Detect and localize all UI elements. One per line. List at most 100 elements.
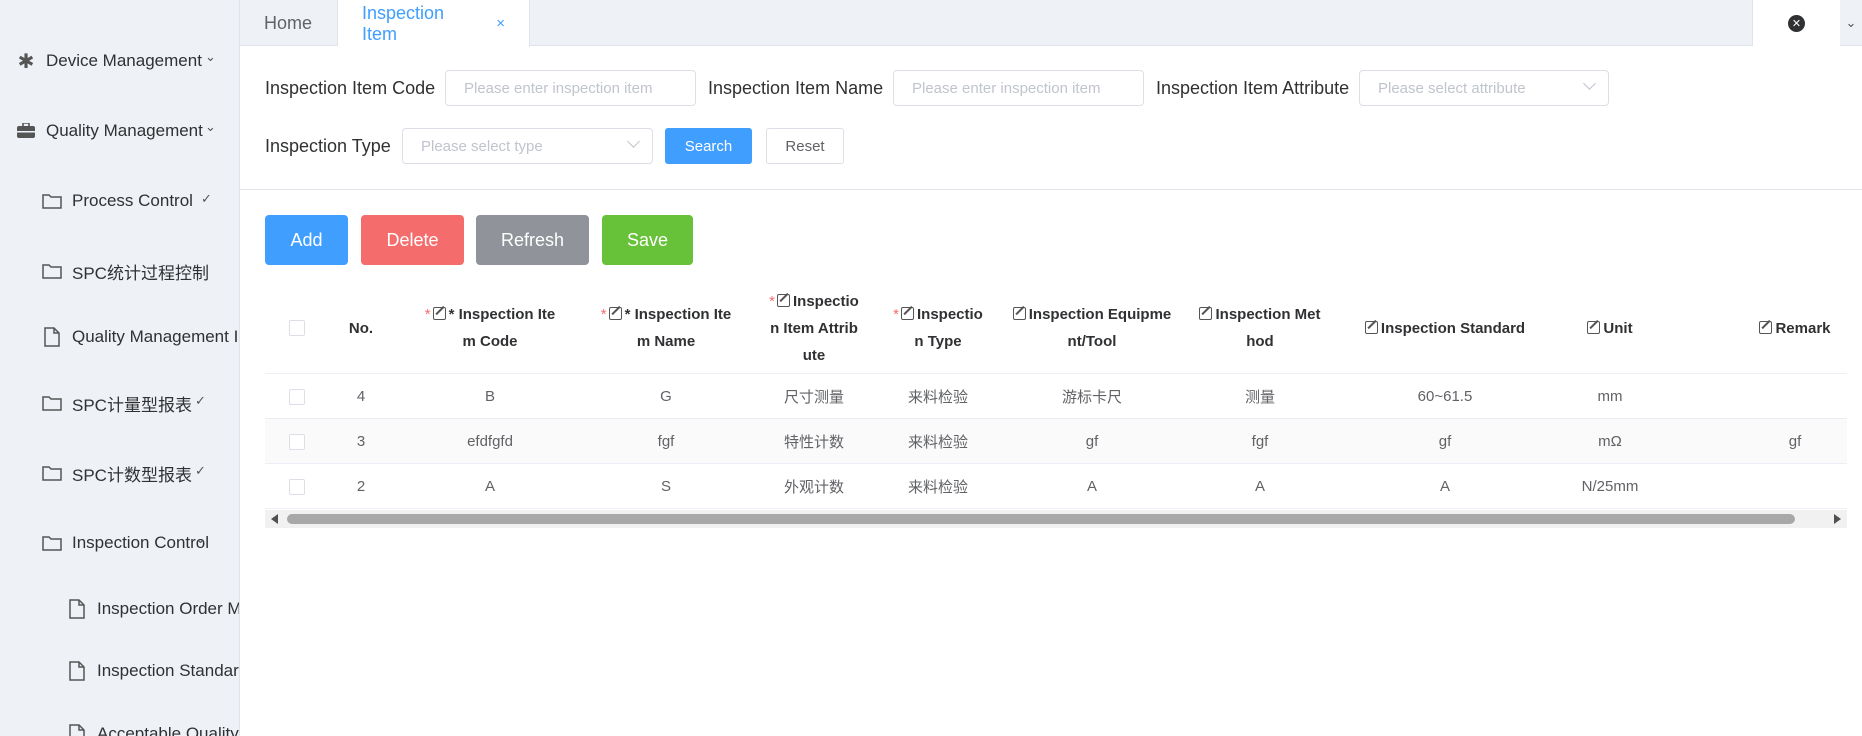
select-all-checkbox-cell: [265, 282, 329, 374]
header-standard[interactable]: Inspection Standard: [1360, 282, 1530, 374]
tab-home[interactable]: Home: [240, 0, 338, 46]
cell-equipment[interactable]: gf: [1007, 419, 1177, 464]
search-button[interactable]: Search: [665, 128, 752, 164]
header-type[interactable]: * Inspectio n Type: [889, 282, 987, 374]
sidebar-item-quality-management[interactable]: Quality Management ⌄: [16, 109, 216, 153]
divider: [240, 189, 1862, 190]
cell-attribute[interactable]: 尺寸测量: [759, 374, 869, 419]
horizontal-scrollbar[interactable]: [265, 510, 1847, 528]
cell-standard[interactable]: 60~61.5: [1360, 374, 1530, 419]
sidebar-item-device-management[interactable]: ✱ Device Management ⌄: [16, 39, 216, 83]
tabs-bar: Home Inspection Item × ✕ ⌄: [240, 0, 1862, 47]
scroll-left-arrow-icon[interactable]: [271, 514, 278, 524]
required-asterisk: *: [600, 306, 607, 323]
cell-attribute[interactable]: 特性计数: [759, 419, 869, 464]
cell-no: 2: [356, 478, 366, 495]
save-button[interactable]: Save: [602, 215, 693, 265]
type-select[interactable]: Please select type: [402, 128, 653, 164]
sidebar-item-inspection-control[interactable]: Inspection Control ⌄: [42, 521, 209, 565]
cell-type[interactable]: 来料检验: [889, 419, 987, 464]
cell-code[interactable]: B: [415, 374, 565, 419]
cell-attribute[interactable]: 外观计数: [759, 464, 869, 509]
cell-method[interactable]: 测量: [1190, 374, 1330, 419]
sidebar-item-label: Inspection Control: [72, 533, 210, 552]
cell-remark[interactable]: [1745, 374, 1845, 419]
close-all-tabs-button[interactable]: ✕: [1752, 0, 1840, 46]
header-remark[interactable]: Remark: [1745, 282, 1845, 374]
cell-name[interactable]: S: [592, 464, 740, 509]
table-row[interactable]: 4 B G 尺寸测量 来料检验 游标卡尺 测量 60~61.5 mm: [265, 374, 1847, 419]
scrollbar-thumb[interactable]: [287, 514, 1795, 524]
table-row[interactable]: 3 efdfgfd fgf 特性计数 来料检验 gf fgf gf mΩ gf: [265, 419, 1847, 464]
folder-icon: [42, 191, 62, 211]
header-code-text: * Inspection Ite m Code: [448, 306, 556, 350]
asterisk-icon: ✱: [17, 50, 35, 73]
folder-icon: [42, 393, 62, 413]
header-method[interactable]: Inspection Met hod: [1190, 282, 1330, 374]
header-equipment[interactable]: Inspection Equipme nt/Tool: [1007, 282, 1177, 374]
header-attribute[interactable]: * Inspectio n Item Attrib ute: [759, 282, 869, 374]
attribute-select[interactable]: Please select attribute: [1359, 70, 1609, 106]
table-row[interactable]: 2 A S 外观计数 来料检验 A A A N/25mm: [265, 464, 1847, 509]
row-checkbox-cell: [265, 464, 329, 509]
refresh-button[interactable]: Refresh: [476, 215, 589, 265]
sidebar-item-inspection-standard[interactable]: Inspection Standar: [67, 649, 239, 693]
header-name[interactable]: * * Inspection Ite m Name: [592, 282, 740, 374]
sidebar-item-spc-measure-report[interactable]: SPC计量型报表 ✓: [42, 381, 206, 425]
cell-standard[interactable]: gf: [1360, 419, 1530, 464]
chevron-down-icon: ✓: [201, 191, 212, 206]
edit-icon: [1199, 307, 1213, 320]
cell-unit[interactable]: mm: [1565, 374, 1655, 419]
header-code[interactable]: * * Inspection Ite m Code: [415, 282, 565, 374]
cell-code[interactable]: A: [415, 464, 565, 509]
reset-button[interactable]: Reset: [766, 128, 844, 164]
header-unit[interactable]: Unit: [1565, 282, 1655, 374]
cell-name[interactable]: G: [592, 374, 740, 419]
attribute-label: Inspection Item Attribute: [1156, 78, 1350, 98]
tab-label: Inspection Item: [362, 2, 445, 44]
cell-remark[interactable]: [1745, 464, 1845, 509]
edit-icon: [1759, 320, 1773, 334]
chevron-down-icon: [627, 135, 640, 148]
name-input[interactable]: Please enter inspection item: [893, 70, 1144, 106]
cell-standard[interactable]: A: [1360, 464, 1530, 509]
cell-equipment[interactable]: A: [1007, 464, 1177, 509]
chevron-down-icon[interactable]: ⌄: [1840, 0, 1862, 46]
cell-type[interactable]: 来料检验: [889, 374, 987, 419]
row-checkbox[interactable]: [289, 433, 305, 450]
cell-name[interactable]: fgf: [592, 419, 740, 464]
edit-icon: [608, 307, 622, 320]
sidebar-item-quality-management-doc[interactable]: Quality Management I: [42, 315, 238, 359]
cell-unit[interactable]: N/25mm: [1565, 464, 1655, 509]
type-placeholder: Please select type: [421, 137, 543, 155]
delete-button[interactable]: Delete: [361, 215, 464, 265]
sidebar-item-inspection-order[interactable]: Inspection Order M: [67, 587, 239, 631]
add-button[interactable]: Add: [265, 215, 348, 265]
sidebar-item-process-control[interactable]: Process Control ✓: [42, 179, 212, 223]
cell-method[interactable]: fgf: [1190, 419, 1330, 464]
close-circle-icon: ✕: [1788, 14, 1805, 32]
cell-unit[interactable]: mΩ: [1565, 419, 1655, 464]
select-all-checkbox[interactable]: [289, 320, 305, 336]
scroll-right-arrow-icon[interactable]: [1834, 514, 1841, 524]
code-input[interactable]: Please enter inspection item: [445, 70, 696, 106]
cell-type[interactable]: 来料检验: [889, 464, 987, 509]
sidebar-item-spc-count-report[interactable]: SPC计数型报表 ✓: [42, 451, 206, 495]
chevron-down-icon: ⌄: [195, 531, 206, 546]
document-icon: [42, 327, 62, 347]
sidebar-item-spc-process[interactable]: SPC统计过程控制: [42, 249, 209, 293]
header-remark-text: Remark: [1775, 319, 1831, 337]
cell-remark[interactable]: gf: [1745, 419, 1845, 464]
sidebar-item-label: Device Management: [46, 51, 202, 70]
row-checkbox[interactable]: [289, 478, 305, 495]
cell-equipment[interactable]: 游标卡尺: [1007, 374, 1177, 419]
close-icon[interactable]: ×: [496, 15, 505, 32]
table-header: No. * * Inspection Ite m Code * * Inspecti…: [265, 282, 1847, 374]
sidebar-item-label: Inspection Standar: [97, 661, 239, 680]
sidebar-item-acceptable-quality[interactable]: Acceptable Quality: [67, 712, 239, 736]
cell-method[interactable]: A: [1190, 464, 1330, 509]
code-label: Inspection Item Code: [265, 78, 436, 98]
cell-code[interactable]: efdfgfd: [415, 419, 565, 464]
tab-inspection-item[interactable]: Inspection Item ×: [338, 0, 530, 47]
row-checkbox[interactable]: [289, 388, 305, 405]
